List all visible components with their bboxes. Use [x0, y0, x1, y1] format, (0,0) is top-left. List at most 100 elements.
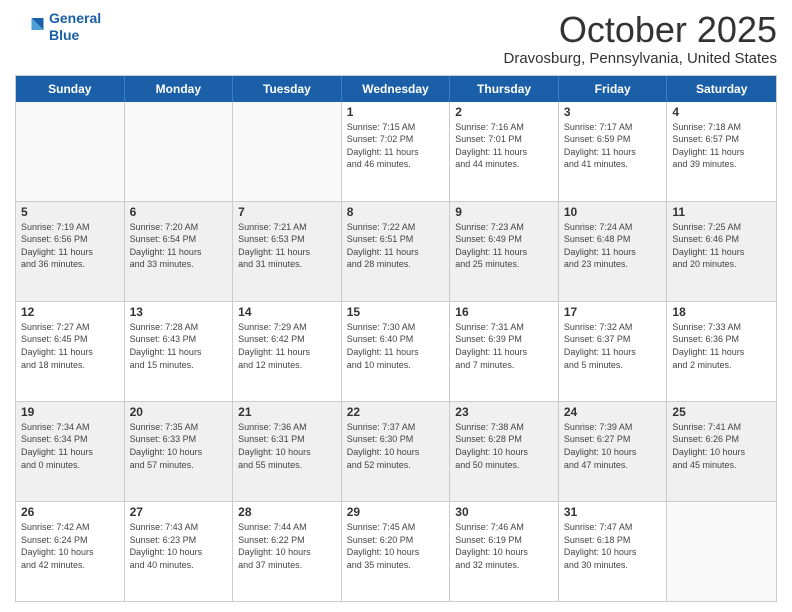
- calendar-row: 5 Sunrise: 7:19 AM Sunset: 6:56 PM Daylig…: [16, 201, 776, 301]
- header: General Blue October 2025 Dravosburg, Pe…: [15, 10, 777, 67]
- day-number: 3: [564, 105, 662, 119]
- logo-text: General Blue: [49, 10, 101, 44]
- calendar-cell: 6 Sunrise: 7:20 AM Sunset: 6:54 PM Daylig…: [125, 202, 234, 301]
- day-info: Sunrise: 7:30 AM Sunset: 6:40 PM Dayligh…: [347, 321, 445, 371]
- calendar-row: 12 Sunrise: 7:27 AM Sunset: 6:45 PM Dayli…: [16, 301, 776, 401]
- calendar-cell: [233, 102, 342, 201]
- calendar-cell: 20 Sunrise: 7:35 AM Sunset: 6:33 PM Dayli…: [125, 402, 234, 501]
- day-info: Sunrise: 7:43 AM Sunset: 6:23 PM Dayligh…: [130, 521, 228, 571]
- day-info: Sunrise: 7:23 AM Sunset: 6:49 PM Dayligh…: [455, 221, 553, 271]
- calendar-cell: [125, 102, 234, 201]
- calendar-cell: 2 Sunrise: 7:16 AM Sunset: 7:01 PM Daylig…: [450, 102, 559, 201]
- calendar-row: 1 Sunrise: 7:15 AM Sunset: 7:02 PM Daylig…: [16, 102, 776, 201]
- day-info: Sunrise: 7:37 AM Sunset: 6:30 PM Dayligh…: [347, 421, 445, 471]
- day-info: Sunrise: 7:32 AM Sunset: 6:37 PM Dayligh…: [564, 321, 662, 371]
- day-info: Sunrise: 7:18 AM Sunset: 6:57 PM Dayligh…: [672, 121, 771, 171]
- weekday-header: Sunday: [16, 76, 125, 102]
- month-title: October 2025: [504, 10, 777, 50]
- calendar-cell: 21Sunrise: 7:36 AM Sunset: 6:31 PM Dayli…: [233, 402, 342, 501]
- day-number: 12: [21, 305, 119, 319]
- title-section: October 2025 Dravosburg, Pennsylvania, U…: [504, 10, 777, 67]
- day-info: Sunrise: 7:25 AM Sunset: 6:46 PM Dayligh…: [672, 221, 771, 271]
- day-number: 28: [238, 505, 336, 519]
- day-number: 8: [347, 205, 445, 219]
- day-number: 10: [564, 205, 662, 219]
- day-info: Sunrise: 7:46 AM Sunset: 6:19 PM Dayligh…: [455, 521, 553, 571]
- day-number: 17: [564, 305, 662, 319]
- logo-icon: [15, 12, 45, 42]
- day-number: 25: [672, 405, 771, 419]
- page: General Blue October 2025 Dravosburg, Pe…: [0, 0, 792, 612]
- weekday-header: Saturday: [667, 76, 776, 102]
- day-info: Sunrise: 7:35 AM Sunset: 6:33 PM Dayligh…: [130, 421, 228, 471]
- calendar-cell: 14 Sunrise: 7:29 AM Sunset: 6:42 PM Dayli…: [233, 302, 342, 401]
- calendar-cell: 15 Sunrise: 7:30 AM Sunset: 6:40 PM Dayli…: [342, 302, 451, 401]
- day-number: 30: [455, 505, 553, 519]
- day-info: Sunrise: 7:39 AM Sunset: 6:27 PM Dayligh…: [564, 421, 662, 471]
- calendar-body: 1 Sunrise: 7:15 AM Sunset: 7:02 PM Daylig…: [16, 102, 776, 601]
- day-number: 7: [238, 205, 336, 219]
- day-info: Sunrise: 7:20 AM Sunset: 6:54 PM Dayligh…: [130, 221, 228, 271]
- day-info: Sunrise: 7:22 AM Sunset: 6:51 PM Dayligh…: [347, 221, 445, 271]
- day-number: 5: [21, 205, 119, 219]
- day-number: 15: [347, 305, 445, 319]
- calendar-cell: 28 Sunrise: 7:44 AM Sunset: 6:22 PM Dayli…: [233, 502, 342, 601]
- day-info: Sunrise: 7:47 AM Sunset: 6:18 PM Dayligh…: [564, 521, 662, 571]
- day-number: 16: [455, 305, 553, 319]
- day-number: 26: [21, 505, 119, 519]
- calendar-cell: 8 Sunrise: 7:22 AM Sunset: 6:51 PM Daylig…: [342, 202, 451, 301]
- day-info: Sunrise: 7:15 AM Sunset: 7:02 PM Dayligh…: [347, 121, 445, 171]
- day-info: Sunrise: 7:42 AM Sunset: 6:24 PM Dayligh…: [21, 521, 119, 571]
- weekday-header: Friday: [559, 76, 668, 102]
- calendar-cell: 23Sunrise: 7:38 AM Sunset: 6:28 PM Dayli…: [450, 402, 559, 501]
- calendar-cell: 1 Sunrise: 7:15 AM Sunset: 7:02 PM Daylig…: [342, 102, 451, 201]
- day-number: 14: [238, 305, 336, 319]
- day-info: Sunrise: 7:17 AM Sunset: 6:59 PM Dayligh…: [564, 121, 662, 171]
- day-info: Sunrise: 7:27 AM Sunset: 6:45 PM Dayligh…: [21, 321, 119, 371]
- calendar-cell: 4Sunrise: 7:18 AM Sunset: 6:57 PM Daylig…: [667, 102, 776, 201]
- day-number: 18: [672, 305, 771, 319]
- calendar: SundayMondayTuesdayWednesdayThursdayFrid…: [15, 75, 777, 602]
- calendar-cell: 31Sunrise: 7:47 AM Sunset: 6:18 PM Dayli…: [559, 502, 668, 601]
- day-number: 20: [130, 405, 228, 419]
- calendar-cell: 3 Sunrise: 7:17 AM Sunset: 6:59 PM Daylig…: [559, 102, 668, 201]
- location-title: Dravosburg, Pennsylvania, United States: [504, 50, 777, 67]
- day-number: 6: [130, 205, 228, 219]
- calendar-cell: 16Sunrise: 7:31 AM Sunset: 6:39 PM Dayli…: [450, 302, 559, 401]
- day-info: Sunrise: 7:41 AM Sunset: 6:26 PM Dayligh…: [672, 421, 771, 471]
- calendar-cell: 27Sunrise: 7:43 AM Sunset: 6:23 PM Dayli…: [125, 502, 234, 601]
- calendar-cell: 17 Sunrise: 7:32 AM Sunset: 6:37 PM Dayli…: [559, 302, 668, 401]
- calendar-cell: 11 Sunrise: 7:25 AM Sunset: 6:46 PM Dayli…: [667, 202, 776, 301]
- day-number: 29: [347, 505, 445, 519]
- calendar-cell: 13Sunrise: 7:28 AM Sunset: 6:43 PM Dayli…: [125, 302, 234, 401]
- day-info: Sunrise: 7:34 AM Sunset: 6:34 PM Dayligh…: [21, 421, 119, 471]
- calendar-cell: 19 Sunrise: 7:34 AM Sunset: 6:34 PM Dayli…: [16, 402, 125, 501]
- day-info: Sunrise: 7:36 AM Sunset: 6:31 PM Dayligh…: [238, 421, 336, 471]
- calendar-cell: [16, 102, 125, 201]
- day-number: 11: [672, 205, 771, 219]
- calendar-header: SundayMondayTuesdayWednesdayThursdayFrid…: [16, 76, 776, 102]
- day-number: 19: [21, 405, 119, 419]
- day-info: Sunrise: 7:19 AM Sunset: 6:56 PM Dayligh…: [21, 221, 119, 271]
- day-number: 9: [455, 205, 553, 219]
- day-info: Sunrise: 7:29 AM Sunset: 6:42 PM Dayligh…: [238, 321, 336, 371]
- day-number: 13: [130, 305, 228, 319]
- day-info: Sunrise: 7:16 AM Sunset: 7:01 PM Dayligh…: [455, 121, 553, 171]
- logo-line2: Blue: [49, 27, 79, 43]
- weekday-header: Tuesday: [233, 76, 342, 102]
- calendar-cell: 30 Sunrise: 7:46 AM Sunset: 6:19 PM Dayli…: [450, 502, 559, 601]
- calendar-cell: 25 Sunrise: 7:41 AM Sunset: 6:26 PM Dayli…: [667, 402, 776, 501]
- day-info: Sunrise: 7:33 AM Sunset: 6:36 PM Dayligh…: [672, 321, 771, 371]
- logo-line1: General: [49, 10, 101, 26]
- day-number: 23: [455, 405, 553, 419]
- day-number: 2: [455, 105, 553, 119]
- calendar-row: 26 Sunrise: 7:42 AM Sunset: 6:24 PM Dayli…: [16, 501, 776, 601]
- day-info: Sunrise: 7:24 AM Sunset: 6:48 PM Dayligh…: [564, 221, 662, 271]
- weekday-header: Monday: [125, 76, 234, 102]
- day-info: Sunrise: 7:44 AM Sunset: 6:22 PM Dayligh…: [238, 521, 336, 571]
- day-number: 1: [347, 105, 445, 119]
- calendar-cell: 9 Sunrise: 7:23 AM Sunset: 6:49 PM Daylig…: [450, 202, 559, 301]
- weekday-header: Wednesday: [342, 76, 451, 102]
- calendar-cell: 26 Sunrise: 7:42 AM Sunset: 6:24 PM Dayli…: [16, 502, 125, 601]
- calendar-cell: 24Sunrise: 7:39 AM Sunset: 6:27 PM Dayli…: [559, 402, 668, 501]
